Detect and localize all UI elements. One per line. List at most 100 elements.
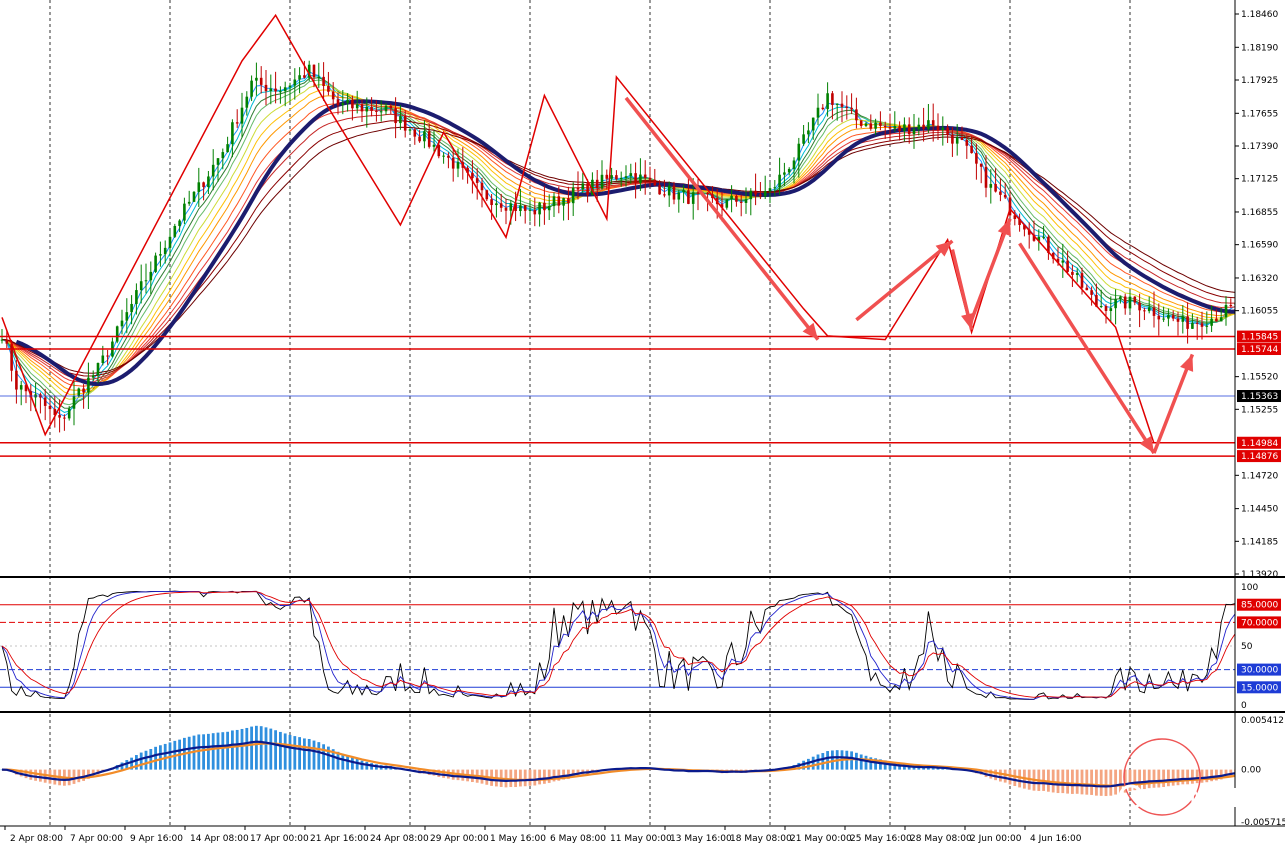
candle-body (1147, 307, 1151, 312)
macd-histogram-bar (307, 738, 311, 770)
macd-histogram-bar (1114, 769, 1117, 795)
candle-body (1104, 306, 1108, 311)
macd-histogram-bar (202, 734, 205, 770)
candle-body (1152, 307, 1156, 316)
candle-body (211, 164, 215, 177)
candle-body (341, 102, 345, 106)
candle-body (485, 190, 489, 200)
candle-body (739, 201, 743, 203)
candle-body (322, 76, 325, 87)
candle-body (792, 160, 796, 169)
level-price-tag-label: 1.15845 (1241, 333, 1278, 343)
candle-body (490, 199, 493, 206)
macd-histogram-bar (351, 757, 354, 770)
candle-body (1099, 306, 1103, 308)
candle-body (1181, 316, 1185, 322)
price-tick-label: 1.17655 (1241, 109, 1278, 119)
candle-body (1215, 318, 1218, 322)
candle-body (19, 385, 23, 390)
candle-body (106, 355, 109, 357)
candle-body (571, 187, 575, 204)
macd-histogram-bar (850, 751, 853, 770)
macd-histogram-bar (1056, 769, 1060, 794)
candle (192, 191, 196, 202)
candle-body (279, 91, 282, 93)
time-tick-label: 13 May 16:00 (670, 834, 732, 844)
candle-body (975, 153, 978, 164)
candle-body (787, 168, 791, 173)
candle-body (965, 139, 969, 146)
candle-body (557, 196, 561, 206)
candle-body (480, 182, 484, 191)
candle-body (379, 111, 383, 113)
candle-body (595, 179, 599, 189)
candle-body (336, 99, 340, 106)
candle-body (1176, 318, 1180, 322)
candle-body (749, 190, 753, 200)
candle-body (447, 155, 450, 158)
macd-histogram-bar (519, 769, 522, 787)
macd-histogram-bar (298, 737, 301, 770)
candle-body (850, 107, 853, 110)
macd-histogram-bar (149, 749, 153, 770)
macd-histogram-bar (341, 753, 345, 770)
candle-body (168, 236, 172, 248)
macd-histogram-bar (1191, 769, 1194, 784)
macd-histogram-bar (538, 769, 541, 785)
candle-body (586, 183, 589, 195)
time-tick-label: 7 Apr 00:00 (70, 834, 123, 844)
time-tick-label: 9 Apr 16:00 (130, 834, 183, 844)
time-tick-label: 2 Apr 08:00 (10, 834, 63, 844)
candle-body (221, 152, 225, 159)
candle-body (658, 185, 661, 195)
candle-body (730, 195, 733, 200)
macd-histogram-bar (283, 733, 287, 770)
macd-histogram-bar (1003, 769, 1007, 783)
candle-body (653, 179, 657, 186)
candle-body (639, 174, 642, 183)
macd-histogram-bar (1008, 769, 1012, 785)
candle-body (610, 175, 613, 179)
candle-body (979, 163, 983, 167)
candle-body (1162, 318, 1165, 320)
macd-histogram-bar (255, 725, 258, 770)
macd-histogram-bar (994, 769, 997, 781)
macd-histogram-bar (207, 733, 210, 770)
candle-body (735, 195, 738, 202)
price-tick-label: 1.17390 (1241, 142, 1278, 152)
candle-body (1003, 194, 1007, 198)
candle-body (125, 312, 129, 321)
price-tick-label: 1.18190 (1241, 43, 1278, 53)
candle-body (0, 339, 4, 341)
candle-body (1119, 296, 1122, 300)
candle-body (274, 88, 277, 92)
macd-histogram-bar (547, 769, 551, 783)
price-tick-label: 1.14450 (1241, 505, 1278, 515)
macd-histogram-bar (211, 733, 215, 770)
candle-body (91, 375, 95, 378)
candle-body (1138, 302, 1141, 311)
candle-body (408, 129, 412, 131)
macd-histogram-bar (279, 731, 282, 770)
candle-body (58, 415, 61, 418)
candle-body (250, 80, 253, 97)
candle-body (259, 77, 263, 85)
level-price-tag-label: 1.14984 (1241, 439, 1278, 449)
candle-body (317, 76, 321, 78)
candle-body (255, 77, 258, 81)
candle-body (768, 188, 772, 192)
candle-body (375, 110, 378, 112)
macd-histogram-bar (322, 744, 325, 770)
candle-body (226, 144, 229, 153)
candle-body (264, 84, 268, 92)
candle-body (235, 122, 239, 124)
candle-body (831, 93, 834, 105)
candle-body (1171, 315, 1175, 319)
candle-body (826, 93, 829, 110)
macd-histogram-bar (288, 734, 292, 770)
candle-body (821, 107, 825, 110)
macd-histogram-bar (1099, 769, 1103, 796)
candle-body (1191, 322, 1194, 329)
candle-body (245, 96, 249, 108)
candle-body (456, 162, 460, 169)
